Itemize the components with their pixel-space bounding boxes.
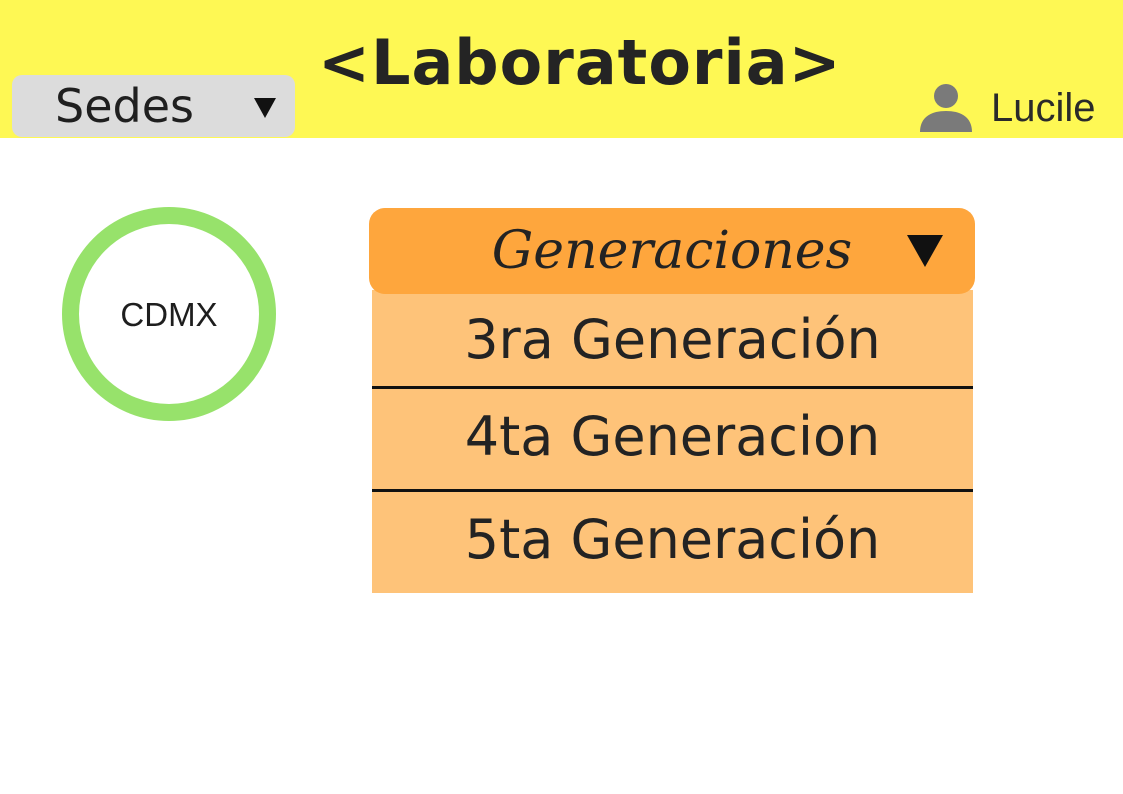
campus-label: CDMX bbox=[120, 296, 218, 333]
generation-option-5[interactable]: 5ta Generación bbox=[372, 492, 973, 590]
user-icon bbox=[920, 84, 972, 132]
generation-option-label: 4ta Generacion bbox=[464, 405, 881, 468]
caret-down-icon bbox=[254, 98, 276, 118]
campus-ring[interactable]: CDMX bbox=[62, 207, 276, 421]
generations-dropdown[interactable]: Generaciones bbox=[369, 208, 975, 294]
sedes-dropdown[interactable]: Sedes bbox=[12, 75, 295, 137]
sedes-dropdown-label: Sedes bbox=[55, 79, 194, 133]
caret-down-icon[interactable] bbox=[907, 235, 943, 267]
generation-option-label: 3ra Generación bbox=[464, 308, 881, 371]
generation-option-3[interactable]: 3ra Generación bbox=[372, 292, 973, 390]
user-name: Lucile bbox=[991, 86, 1096, 130]
app-title: <Laboratoria> bbox=[318, 26, 842, 99]
generation-option-4[interactable]: 4ta Generacion bbox=[372, 389, 973, 487]
generation-option-label: 5ta Generación bbox=[464, 508, 881, 571]
generations-dropdown-label: Generaciones bbox=[491, 221, 853, 281]
